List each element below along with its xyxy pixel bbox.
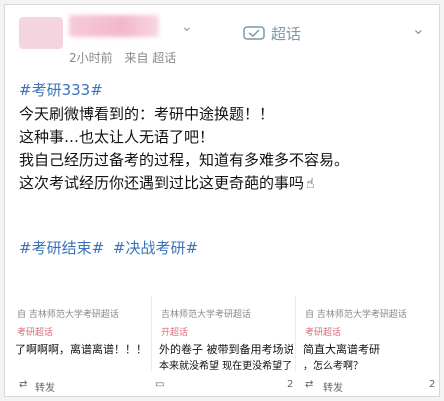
thumb-text-2: ，怎么考啊？ (303, 361, 363, 371)
thumb-text: 外的卷子 被带到备用考场说换 (159, 343, 293, 356)
post-time: 2小时前 (69, 51, 113, 65)
post-meta: 2小时前 来自 超话 (69, 49, 184, 66)
divider (151, 295, 152, 371)
hashtag-link[interactable]: #考研结束# (19, 239, 104, 257)
post-line: 今天刷微博看到的：考研中途换题！！ (19, 105, 275, 123)
avatar[interactable] (19, 17, 63, 49)
pointing-hand-icon: ☝ (306, 176, 315, 192)
divider (295, 295, 296, 371)
hashtag-link[interactable]: #考研333# (19, 79, 103, 100)
like-count: 2 (429, 379, 436, 390)
bottom-hashtags: #考研结束# #决战考研# (19, 237, 202, 258)
action-bar: ⇄ 转发 ▭ 2 ⇄ 转发 2 (5, 375, 441, 397)
hashtag-link[interactable]: #决战考研# (113, 239, 198, 257)
image-grid: 自 吉林师范大学考研超话 考研超话 了啊啊啊，离谱离谱！！！ 吉林师范大学考研超… (5, 295, 441, 371)
super-topic-label[interactable]: 超话 (271, 23, 301, 44)
post-line: 这种事…也太让人无语了吧！ (19, 128, 215, 146)
image-thumbnail[interactable]: 自 吉林师范大学考研超话 考研超话 了啊啊啊，离谱离谱！！！ (11, 295, 149, 371)
super-topic-icon (243, 26, 265, 40)
thumb-tag: 开超话 (161, 328, 189, 338)
post-line-text: 这次考试经历你还遇到过比这更奇葩的事吗 (19, 174, 305, 192)
author-name-redacted[interactable] (69, 15, 159, 37)
comment-icon[interactable]: ▭ (155, 379, 164, 390)
comment-count: 2 (287, 379, 294, 390)
thumb-text: 简直大离谱考研 (303, 343, 380, 356)
thumb-topic: 吉林师范大学考研超话 (161, 310, 252, 320)
thumb-tag: 考研超话 (305, 328, 342, 338)
repost-button[interactable]: 转发 (35, 379, 55, 394)
thumb-tag: 考研超话 (17, 328, 54, 338)
post-line: 这次考试经历你还遇到过比这更奇葩的事吗 ☝ (19, 172, 439, 196)
chevron-down-icon[interactable]: ⌄ (181, 19, 193, 35)
post-line: 我自己经历过备考的过程，知道有多难多不容易。 (19, 151, 350, 169)
post-card: ⌄ 超话 ⌄ 2小时前 来自 超话 #考研333# 今天刷微博看到的：考研中途换… (4, 4, 440, 397)
more-icon[interactable]: ⌄ (412, 19, 425, 38)
repost-icon[interactable]: ⇄ (19, 379, 27, 390)
post-source: 来自 超话 (124, 51, 177, 65)
repost-button[interactable]: 转发 (323, 379, 343, 394)
image-thumbnail[interactable]: 吉林师范大学考研超话 开超话 外的卷子 被带到备用考场说换 本来就没希望 现在更… (155, 295, 293, 371)
repost-icon[interactable]: ⇄ (305, 379, 313, 390)
thumb-topic: 自 吉林师范大学考研超话 (17, 310, 119, 320)
thumb-text-2: 本来就没希望 现在更没希望了 (159, 361, 293, 371)
thumb-topic: 自 吉林师范大学考研超话 (305, 310, 407, 320)
post-body: 今天刷微博看到的：考研中途换题！！ 这种事…也太让人无语了吧！ 我自己经历过备考… (19, 103, 439, 196)
thumb-text: 了啊啊啊，离谱离谱！！！ (15, 343, 147, 356)
image-thumbnail[interactable]: 自 吉林师范大学考研超话 考研超话 简直大离谱考研 ，怎么考啊？ (299, 295, 437, 371)
